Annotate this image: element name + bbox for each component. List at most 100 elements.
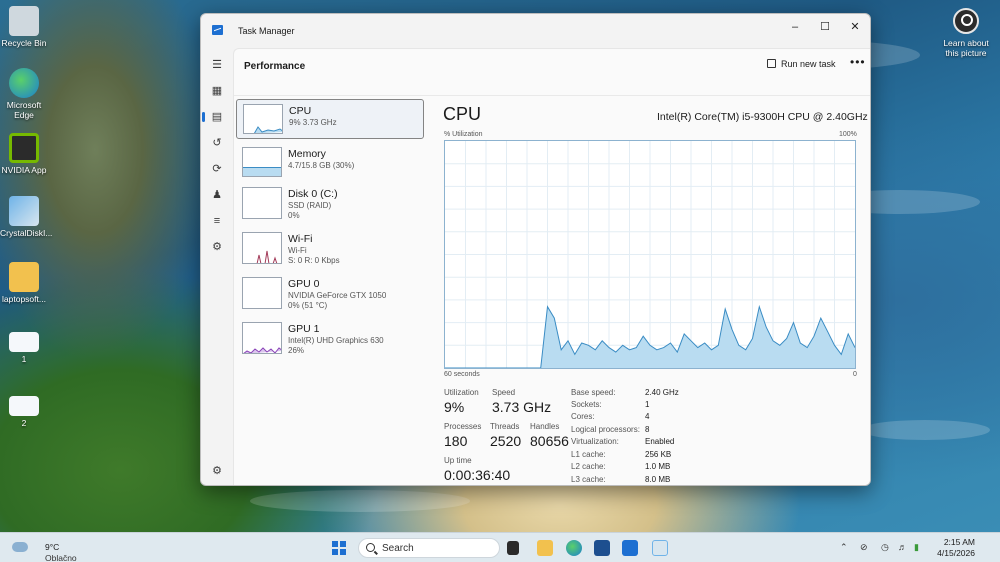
- desktop-icon-label: laptopsoft...: [2, 294, 46, 304]
- device-gpu0[interactable]: GPU 0 NVIDIA GeForce GTX 1050 0% (51 °C): [236, 273, 424, 313]
- wave: [860, 420, 990, 440]
- close-button[interactable]: ✕: [840, 17, 870, 37]
- hamburger-menu-icon[interactable]: ☰: [210, 58, 224, 72]
- title-bar[interactable]: Task Manager – ☐ ✕: [201, 14, 870, 48]
- threads-value: 2520: [490, 433, 522, 449]
- clock[interactable]: 2:15 AM 4/15/2026: [935, 537, 975, 559]
- desktop-icon-file-1[interactable]: 1: [0, 332, 48, 364]
- processes-value: 180: [444, 433, 468, 449]
- desktop-icon-label: CrystalDiskI...: [0, 228, 53, 238]
- start-button[interactable]: [332, 541, 346, 555]
- search-placeholder: Search: [382, 543, 414, 554]
- users-icon[interactable]: ♟: [210, 188, 224, 202]
- device-wifi[interactable]: Wi-Fi Wi-Fi S: 0 R: 0 Kbps: [236, 228, 424, 268]
- uptime-value: 0:00:36:40: [444, 467, 511, 483]
- device-cpu[interactable]: CPU 9% 3.73 GHz: [236, 99, 424, 139]
- device-detail: SSD (RAID): [288, 201, 332, 210]
- handles-label: Handles: [530, 422, 560, 431]
- cpu-model: Intel(R) Core(TM) i5-9300H CPU @ 2.40GHz: [657, 111, 868, 123]
- gpu1-thumbnail: [242, 322, 282, 354]
- cpu-graph-svg: [445, 141, 856, 369]
- processes-label: Processes: [444, 422, 482, 431]
- device-memory[interactable]: Memory 4.7/15.8 GB (30%): [236, 143, 424, 183]
- show-hidden-icons[interactable]: ⌃: [840, 542, 848, 553]
- store-icon[interactable]: [594, 540, 610, 556]
- x-axis-end-label: 0: [853, 371, 857, 378]
- battery-icon[interactable]: ▮: [914, 542, 919, 553]
- more-options-button[interactable]: •••: [850, 55, 866, 69]
- cpu-thumb-sparkline: [253, 126, 282, 133]
- weather-condition: Oblačno: [45, 553, 77, 562]
- task-view-icon[interactable]: [507, 541, 519, 555]
- desktop-icon-label: 1: [21, 354, 27, 364]
- cpu-utilization-graph: [444, 140, 856, 369]
- property-label: Base speed:: [571, 388, 616, 397]
- memory-fill: [243, 167, 281, 176]
- device-name: Wi-Fi: [288, 233, 313, 245]
- desktop-icon-label: NVIDIA App: [1, 165, 47, 175]
- property-value: 1: [645, 400, 650, 409]
- file-explorer-icon[interactable]: [537, 540, 553, 556]
- device-detail: 9% 3.73 GHz: [289, 118, 337, 127]
- cpu-thumbnail: [243, 104, 283, 134]
- image-file-icon: [9, 332, 39, 352]
- clock-time: 2:15 AM: [943, 537, 975, 547]
- desktop-icon-crystaldisk[interactable]: CrystalDiskI...: [0, 196, 53, 238]
- property-value: 8.0 MB: [645, 475, 671, 484]
- run-new-task-label: Run new task: [781, 59, 836, 69]
- device-name: Memory: [288, 148, 326, 160]
- app-history-icon[interactable]: ↺: [210, 136, 224, 150]
- device-detail: 4.7/15.8 GB (30%): [288, 161, 355, 170]
- disk-thumbnail: [242, 187, 282, 219]
- header-divider: [234, 95, 870, 96]
- property-value: 256 KB: [645, 450, 672, 459]
- details-icon[interactable]: ≡: [210, 214, 224, 228]
- property-label: L2 cache:: [571, 462, 606, 471]
- edge-taskbar-icon[interactable]: [566, 540, 582, 556]
- desktop-icon-edge[interactable]: Microsoft Edge: [0, 68, 48, 120]
- volume-icon[interactable]: ♬: [898, 542, 907, 552]
- device-name: GPU 1: [288, 323, 320, 335]
- gpu0-thumbnail: [242, 277, 282, 309]
- image-file-icon: [9, 396, 39, 416]
- settings-icon[interactable]: ⚙: [210, 464, 224, 478]
- device-name: GPU 0: [288, 278, 320, 290]
- run-new-task-button[interactable]: Run new task: [767, 59, 836, 69]
- uptime-label: Up time: [444, 456, 472, 465]
- utilization-label: Utilization: [444, 388, 479, 397]
- utilization-value: 9%: [444, 399, 465, 415]
- maximize-button[interactable]: ☐: [810, 17, 840, 37]
- wifi-icon[interactable]: ◷: [881, 542, 889, 553]
- services-icon[interactable]: ⚙: [210, 240, 224, 254]
- learn-about-picture[interactable]: Learn about this picture: [940, 8, 992, 58]
- crystaldisk-icon: [9, 196, 39, 226]
- desktop-icon-recycle-bin[interactable]: Recycle Bin: [0, 6, 48, 48]
- device-detail: Wi-Fi: [288, 246, 307, 255]
- minimize-button[interactable]: –: [780, 17, 810, 37]
- nvidia-icon: [9, 133, 39, 163]
- property-value: Enabled: [645, 437, 675, 446]
- page-title: Performance: [244, 61, 306, 72]
- gpu1-thumb-sparkline: [243, 347, 281, 353]
- desktop-icon-file-2[interactable]: 2: [0, 396, 48, 428]
- desktop-icon-folder[interactable]: laptopsoft...: [0, 262, 48, 304]
- desktop-icon-nvidia[interactable]: NVIDIA App: [0, 133, 48, 175]
- performance-icon[interactable]: ▤: [202, 110, 224, 124]
- startup-apps-icon[interactable]: ⟳: [210, 162, 224, 176]
- network-off-icon[interactable]: ⊘: [860, 542, 868, 553]
- processes-icon[interactable]: ▦: [210, 84, 224, 98]
- device-name: CPU: [289, 105, 312, 117]
- property-label: Sockets:: [571, 400, 602, 409]
- device-disk[interactable]: Disk 0 (C:) SSD (RAID) 0%: [236, 183, 424, 223]
- run-task-icon: [767, 59, 776, 68]
- device-detail: Intel(R) UHD Graphics 630: [288, 336, 384, 345]
- y-max-label: 100%: [839, 131, 857, 138]
- learn-about-picture-label: Learn about this picture: [943, 38, 989, 58]
- y-axis-label: % Utilization: [444, 131, 483, 138]
- task-manager-taskbar-icon[interactable]: [622, 540, 638, 556]
- taskbar-search[interactable]: Search: [358, 538, 500, 558]
- desktop-icon-label: Recycle Bin: [1, 38, 47, 48]
- crystaldisk-taskbar-icon[interactable]: [652, 540, 668, 556]
- property-label: Cores:: [571, 412, 595, 421]
- device-gpu1[interactable]: GPU 1 Intel(R) UHD Graphics 630 26%: [236, 318, 424, 358]
